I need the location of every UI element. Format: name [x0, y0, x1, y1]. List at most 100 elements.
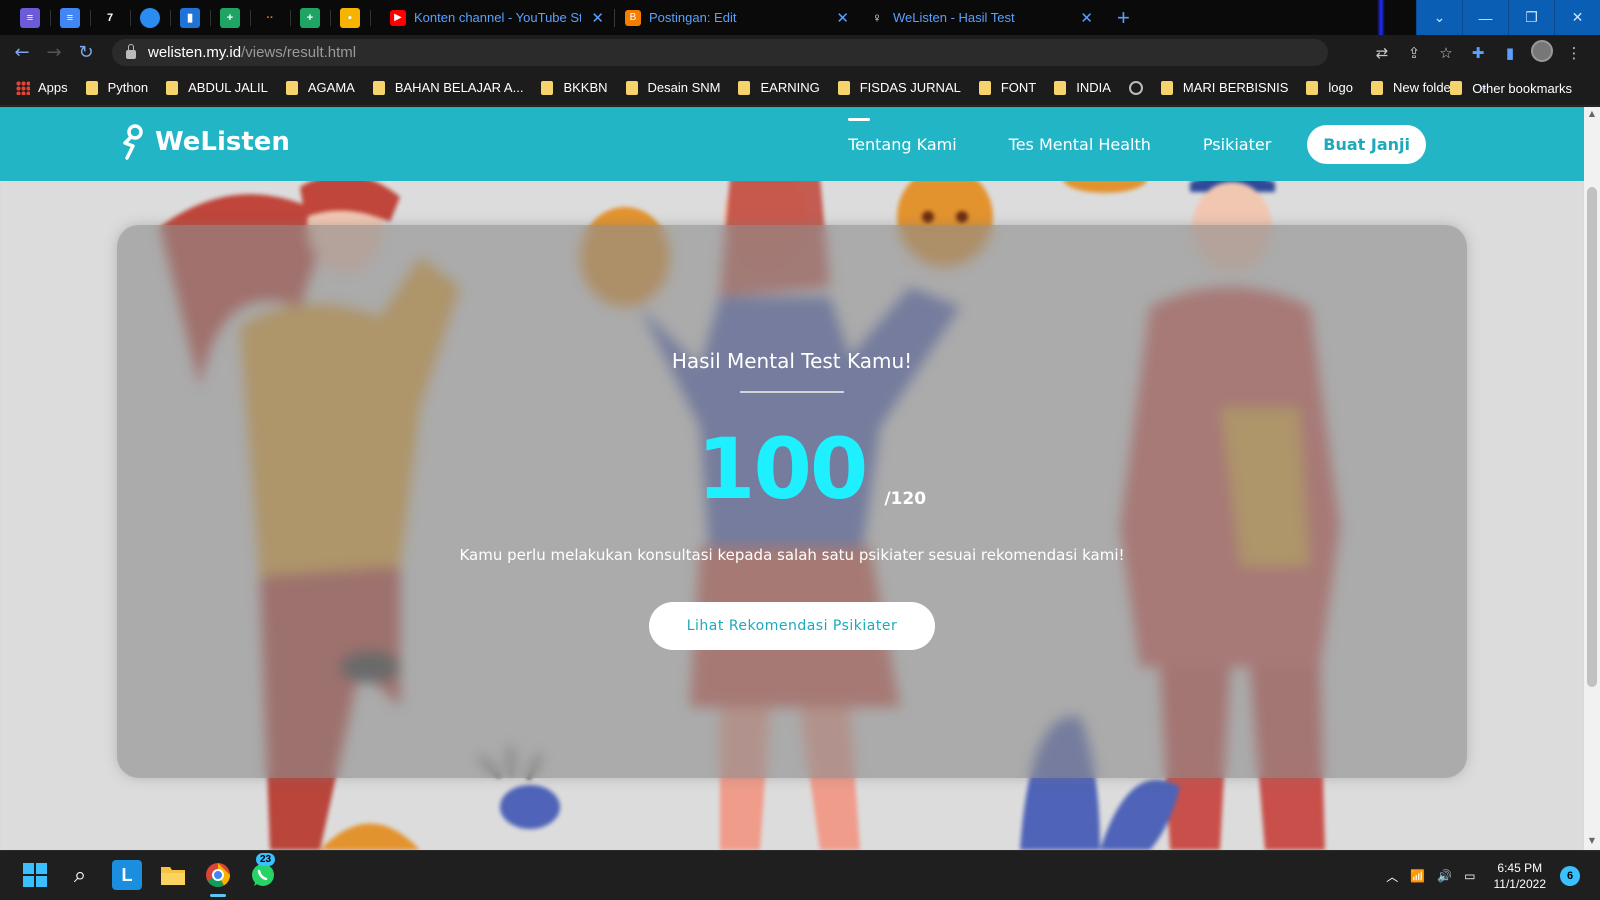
bookmark-label: AGAMA [307, 80, 355, 95]
profile-avatar[interactable] [1526, 39, 1558, 66]
bookmark-label: BAHAN BELAJAR A... [394, 80, 524, 95]
bookmark-folder[interactable]: FISDAS JURNAL [837, 80, 961, 95]
bookmark-folder[interactable]: BAHAN BELAJAR A... [372, 80, 524, 95]
close-icon[interactable]: ✕ [836, 9, 849, 27]
trello-icon[interactable]: ▮ [180, 7, 211, 28]
app-l-icon[interactable]: L [112, 860, 142, 890]
dots-icon[interactable]: ·· [260, 7, 291, 28]
tab-postingan-edit[interactable]: B Postingan: Edit ✕ [615, 0, 859, 35]
ear-logo-icon [123, 124, 143, 160]
chrome-logo-icon [206, 863, 230, 888]
translate-icon[interactable]: ⇄ [1366, 44, 1398, 62]
cloud-icon[interactable] [140, 7, 171, 28]
extensions-icon[interactable]: ✚ [1462, 44, 1494, 62]
window-controls: ⌄ — ❐ ✕ [1416, 0, 1600, 35]
close-icon[interactable]: ✕ [591, 9, 604, 27]
clock[interactable]: 6:45 PM 11/1/2022 [1494, 860, 1547, 892]
docs-icon[interactable]: ≡ [60, 7, 91, 28]
pinned-tabs: ≡ ≡ 7 ▮ + ·· + ▪ [0, 0, 380, 35]
lihat-rekomendasi-button[interactable]: Lihat Rekomendasi Psikiater [649, 602, 935, 650]
folder-icon [1370, 80, 1383, 95]
bookmark-folder[interactable]: Desain SNM [625, 80, 720, 95]
bookmark-folder[interactable]: EARNING [738, 80, 820, 95]
bookmark-apps[interactable]: Apps [16, 80, 68, 95]
active-app-indicator [210, 894, 226, 897]
search-icon[interactable]: ⌕ [65, 860, 95, 890]
chrome-icon[interactable] [203, 860, 233, 890]
bookmark-label: INDIA [1076, 80, 1111, 95]
folder-icon [1160, 80, 1173, 95]
tray-chevron-icon[interactable]: ︿ [1386, 868, 1398, 885]
bookmark-folder[interactable]: BKKBN [541, 80, 608, 95]
bookmark-folder[interactable]: INDIA [1054, 80, 1111, 95]
folder-taskbar-icon [161, 867, 185, 885]
folder-icon [541, 80, 554, 95]
clock-time: 6:45 PM [1497, 861, 1543, 875]
share-icon[interactable]: ⇪ [1398, 44, 1430, 62]
tab-title: WeListen - Hasil Test [893, 10, 1015, 25]
nav-tes-mental-health[interactable]: Tes Mental Health [1009, 135, 1151, 154]
battery-icon[interactable]: ▭ [1464, 869, 1475, 883]
nav-tentang-kami[interactable]: Tentang Kami [848, 117, 957, 154]
window-close-icon[interactable]: ✕ [1554, 0, 1600, 35]
menu-icon[interactable]: ⋮ [1558, 44, 1590, 62]
restore-icon[interactable]: ❐ [1508, 0, 1554, 35]
forward-icon[interactable]: → [38, 42, 70, 63]
tab-youtube-studio[interactable]: ▶ Konten channel - YouTube Studio ✕ [380, 0, 614, 35]
reload-icon[interactable]: ↻ [70, 42, 102, 63]
folder-icon [85, 80, 98, 95]
tab-welisten-active[interactable]: ♀ WeListen - Hasil Test ✕ [859, 0, 1103, 35]
bookmark-label: New folder [1392, 80, 1456, 95]
side-panel-icon[interactable]: ▮ [1494, 44, 1526, 62]
bookmark-label: FISDAS JURNAL [859, 80, 961, 95]
sheets-icon-2[interactable]: + [300, 7, 331, 28]
lock-icon[interactable] [126, 44, 136, 59]
windows-start-icon[interactable] [20, 860, 50, 890]
blogger-icon: B [625, 9, 641, 26]
score-display: 100 /120 [697, 411, 926, 511]
file-explorer-icon[interactable] [158, 860, 188, 890]
star-icon[interactable]: ☆ [1430, 44, 1462, 62]
scroll-down-icon[interactable]: ▼ [1587, 836, 1597, 846]
bookmark-folder[interactable]: ABDUL JALIL [166, 80, 268, 95]
folder-icon [1306, 80, 1319, 95]
globe-icon[interactable] [1128, 80, 1143, 95]
checklist-icon[interactable]: ≡ [20, 7, 51, 28]
bookmark-folder[interactable]: MARI BERBISNIS [1160, 80, 1288, 95]
score-value: 100 [697, 420, 868, 518]
keep-icon[interactable]: ▪ [340, 7, 371, 28]
bookmark-folder[interactable]: AGAMA [285, 80, 355, 95]
minimize-icon[interactable]: — [1462, 0, 1508, 35]
whatsapp-badge: 23 [256, 853, 276, 866]
welisten-logo[interactable]: WeListen [115, 124, 290, 160]
wifi-icon[interactable]: 📶 [1410, 869, 1425, 883]
back-icon[interactable]: ← [6, 42, 38, 63]
folder-icon [1054, 80, 1067, 95]
nav-psikiater[interactable]: Psikiater [1203, 135, 1271, 154]
bookmark-folder[interactable]: Python [85, 80, 148, 95]
buat-janji-button[interactable]: Buat Janji [1307, 124, 1426, 164]
new-tab-button[interactable]: + [1117, 5, 1130, 31]
close-icon[interactable]: ✕ [1080, 9, 1093, 27]
folder-icon [166, 80, 179, 95]
bookmark-other[interactable]: Other bookmarks [1450, 70, 1572, 106]
main-nav: Tentang Kami Tes Mental Health Psikiater… [796, 107, 1426, 181]
score-max: /120 [884, 489, 927, 509]
scroll-thumb[interactable] [1587, 187, 1597, 687]
seven-icon[interactable]: 7 [100, 7, 131, 28]
bookmark-folder[interactable]: New folder [1370, 80, 1456, 95]
notification-badge[interactable]: 6 [1560, 866, 1580, 886]
windows-taskbar: ⌕ L 23 ︿ 📶 🔊 ▭ 6:45 PM 11/1/2022 6 [0, 850, 1600, 900]
bookmark-folder[interactable]: logo [1306, 80, 1353, 95]
address-bar[interactable]: welisten.my.id/views/result.html [112, 39, 1328, 66]
scroll-up-icon[interactable]: ▲ [1587, 109, 1597, 119]
sheets-icon[interactable]: + [220, 7, 251, 28]
tab-search-icon[interactable]: ⌄ [1416, 0, 1462, 35]
volume-icon[interactable]: 🔊 [1437, 869, 1452, 883]
tab-title: Konten channel - YouTube Studio [414, 10, 582, 25]
folder-icon [625, 80, 638, 95]
decorative-stripe [1377, 0, 1385, 35]
page-scrollbar[interactable]: ▲ ▼ [1584, 107, 1600, 850]
bookmark-label: EARNING [760, 80, 820, 95]
bookmark-folder[interactable]: FONT [978, 80, 1036, 95]
